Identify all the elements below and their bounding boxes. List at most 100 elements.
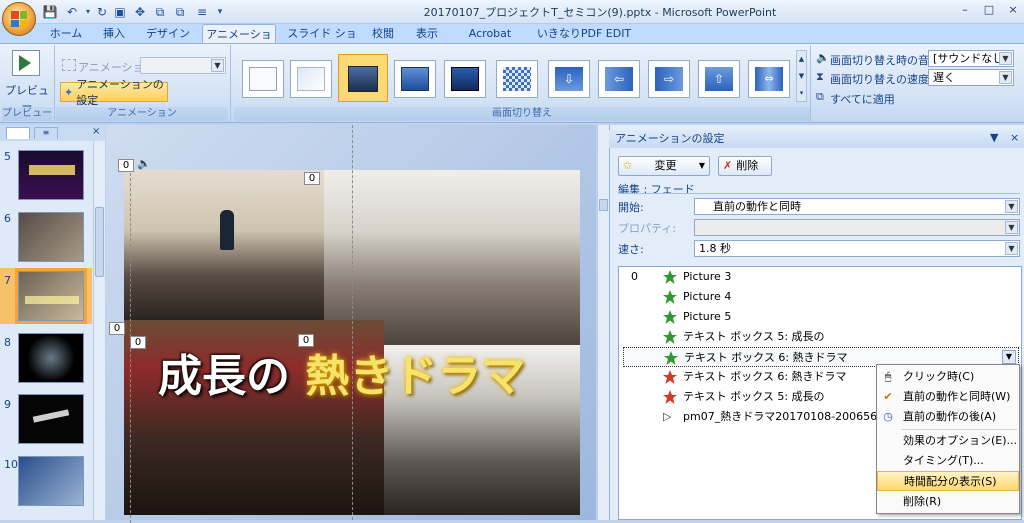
menu-item-remove[interactable]: 削除(R) bbox=[877, 492, 1019, 512]
change-effect-button[interactable]: ✩ 変更 ▼ bbox=[618, 156, 710, 176]
tab-review[interactable]: 校閲 bbox=[366, 24, 400, 44]
preview-icon[interactable] bbox=[12, 50, 40, 76]
transition-dissolve[interactable] bbox=[496, 60, 538, 98]
transition-cut-through-black[interactable] bbox=[444, 60, 486, 98]
menu-separator bbox=[901, 429, 1017, 430]
slide-title-text[interactable]: 成長の 熱きドラマ bbox=[158, 340, 525, 404]
scroll-thumb[interactable] bbox=[599, 199, 608, 211]
tab-acrobat[interactable]: Acrobat bbox=[462, 24, 518, 44]
apply-all-icon: ⧉ bbox=[816, 90, 824, 103]
transition-none[interactable] bbox=[242, 60, 284, 98]
tab-slides[interactable] bbox=[6, 127, 30, 139]
apply-all-button[interactable]: すべてに適用 bbox=[830, 91, 895, 107]
animation-order-tag: 0 bbox=[304, 172, 320, 185]
start-select[interactable]: 直前の動作と同時 ▼ bbox=[694, 198, 1020, 215]
slide-thumbnail-6[interactable] bbox=[18, 212, 84, 262]
close-icon[interactable]: × bbox=[92, 126, 100, 137]
animation-item-label: テキスト ボックス 5: 成長の bbox=[683, 390, 825, 403]
tab-outline[interactable]: ≡ bbox=[34, 127, 58, 139]
slide-thumbnail-7[interactable] bbox=[15, 268, 87, 324]
tab-insert[interactable]: 挿入 bbox=[96, 24, 132, 44]
slide-number: 10 bbox=[4, 458, 18, 471]
slide-thumbnail-10[interactable] bbox=[18, 456, 84, 506]
chevron-down-icon: ▼ bbox=[1005, 221, 1018, 234]
transition-wipe-right[interactable]: ⇨ bbox=[648, 60, 690, 98]
transition-wipe-down[interactable]: ⇩ bbox=[548, 60, 590, 98]
chevron-down-icon: ▼ bbox=[1005, 200, 1018, 213]
speed-select[interactable]: 1.8 秒 ▼ bbox=[694, 240, 1020, 257]
maximize-button[interactable]: □ bbox=[978, 3, 1000, 19]
tab-slideshow[interactable]: スライド ショー bbox=[284, 24, 360, 60]
menu-item-timing[interactable]: タイミング(T)... bbox=[877, 451, 1019, 471]
menu-item-label: タイミング(T)... bbox=[903, 454, 984, 467]
transition-wipe-up[interactable]: ⇧ bbox=[698, 60, 740, 98]
animation-settings-label: アニメーションの設定 bbox=[76, 78, 164, 107]
transition-fade-smoothly[interactable] bbox=[290, 60, 332, 98]
speed-label: 速さ: bbox=[618, 243, 644, 256]
animation-item[interactable]: テキスト ボックス 5: 成長の bbox=[619, 327, 1019, 347]
gallery-scroll[interactable]: ▲ ▼ ▾ bbox=[796, 50, 807, 102]
play-icon: ▷ bbox=[663, 410, 672, 423]
animation-item[interactable]: 0 Picture 3 bbox=[619, 267, 1019, 287]
animation-order-tag: 0 bbox=[130, 336, 146, 349]
preview-group-label: プレビュー bbox=[2, 107, 52, 121]
chevron-down-icon[interactable]: ▼ bbox=[1002, 350, 1016, 364]
undo-icon[interactable]: ↶ bbox=[64, 4, 80, 20]
tab-home[interactable]: ホーム bbox=[44, 24, 88, 44]
scroll-thumb[interactable] bbox=[95, 207, 104, 277]
sound-value: [サウンドなし] bbox=[933, 52, 1008, 65]
sound-icon: 🔈 bbox=[816, 51, 830, 64]
picture-icon[interactable]: ▣ bbox=[112, 4, 128, 20]
sound-select[interactable]: [サウンドなし] ▼ bbox=[928, 50, 1014, 67]
animation-item-number: 0 bbox=[631, 270, 638, 283]
save-icon[interactable]: 💾 bbox=[42, 4, 58, 20]
align-icon[interactable]: ≡ bbox=[194, 4, 210, 20]
animation-item[interactable]: Picture 4 bbox=[619, 287, 1019, 307]
transition-speed-select[interactable]: 遅く ▼ bbox=[928, 69, 1014, 86]
move-icon[interactable]: ✥ bbox=[132, 4, 148, 20]
menu-item-label: 削除(R) bbox=[903, 495, 942, 508]
tab-view[interactable]: 表示 bbox=[410, 24, 444, 44]
close-button[interactable]: × bbox=[1002, 3, 1024, 19]
ribbon-separator bbox=[54, 45, 55, 123]
transition-wipe-left[interactable]: ⇦ bbox=[598, 60, 640, 98]
transition-cut[interactable] bbox=[394, 60, 436, 98]
animation-item[interactable]: Picture 5 bbox=[619, 307, 1019, 327]
customize-qat-icon[interactable]: ▾ bbox=[212, 4, 228, 20]
close-icon[interactable]: × bbox=[1010, 131, 1019, 144]
menu-item-label: 効果のオプション(E)... bbox=[903, 434, 1018, 447]
transition-split[interactable]: ⇔ bbox=[748, 60, 790, 98]
slide-scrollbar[interactable] bbox=[597, 125, 609, 520]
tab-animation[interactable]: アニメーション bbox=[202, 24, 276, 61]
transition-group-label: 画面切り替え bbox=[234, 107, 810, 121]
animation-item-label: Picture 5 bbox=[683, 310, 732, 323]
office-logo-icon bbox=[11, 11, 27, 27]
transition-speed-value: 遅く bbox=[933, 71, 955, 84]
animation-settings-button[interactable]: ✦ アニメーションの設定 bbox=[60, 78, 168, 107]
arrange-icon[interactable]: ⧉ bbox=[172, 4, 188, 20]
menu-item-with-previous[interactable]: ✔ 直前の動作と同時(W) bbox=[877, 387, 1019, 407]
menu-item-effect-options[interactable]: 効果のオプション(E)... bbox=[877, 431, 1019, 451]
ribbon-separator bbox=[810, 45, 811, 123]
slide-thumbnail-5[interactable] bbox=[18, 150, 84, 200]
animation-item-label: テキスト ボックス 6: 熱きドラマ bbox=[683, 370, 847, 383]
photo-audience bbox=[324, 170, 580, 345]
group-icon[interactable]: ⧉ bbox=[152, 4, 168, 20]
slides-scrollbar[interactable] bbox=[93, 141, 105, 520]
menu-item-after-previous[interactable]: ◷ 直前の動作の後(A) bbox=[877, 407, 1019, 427]
tab-design[interactable]: デザイン bbox=[140, 24, 196, 44]
redo-icon[interactable]: ↻ bbox=[94, 4, 110, 20]
office-button[interactable] bbox=[2, 2, 36, 36]
ribbon-separator bbox=[230, 45, 231, 123]
title-gold-text: 熱きドラマ bbox=[305, 351, 526, 402]
slide-thumbnail-8[interactable] bbox=[18, 333, 84, 383]
speaker-figure bbox=[220, 210, 234, 250]
minimize-button[interactable]: – bbox=[954, 3, 976, 19]
menu-item-on-click[interactable]: 🖱 クリック時(C) bbox=[877, 367, 1019, 387]
menu-item-show-timeline[interactable]: 時間配分の表示(S) bbox=[877, 471, 1019, 491]
tab-ikinari-pdf[interactable]: いきなりPDF EDIT 7 bbox=[532, 24, 636, 60]
pane-menu-icon[interactable]: ▼ bbox=[990, 131, 998, 144]
remove-effect-button[interactable]: ✗ 削除 bbox=[718, 156, 772, 176]
slide-thumbnail-9[interactable] bbox=[18, 394, 84, 444]
transition-fade-through-black[interactable] bbox=[338, 54, 388, 102]
